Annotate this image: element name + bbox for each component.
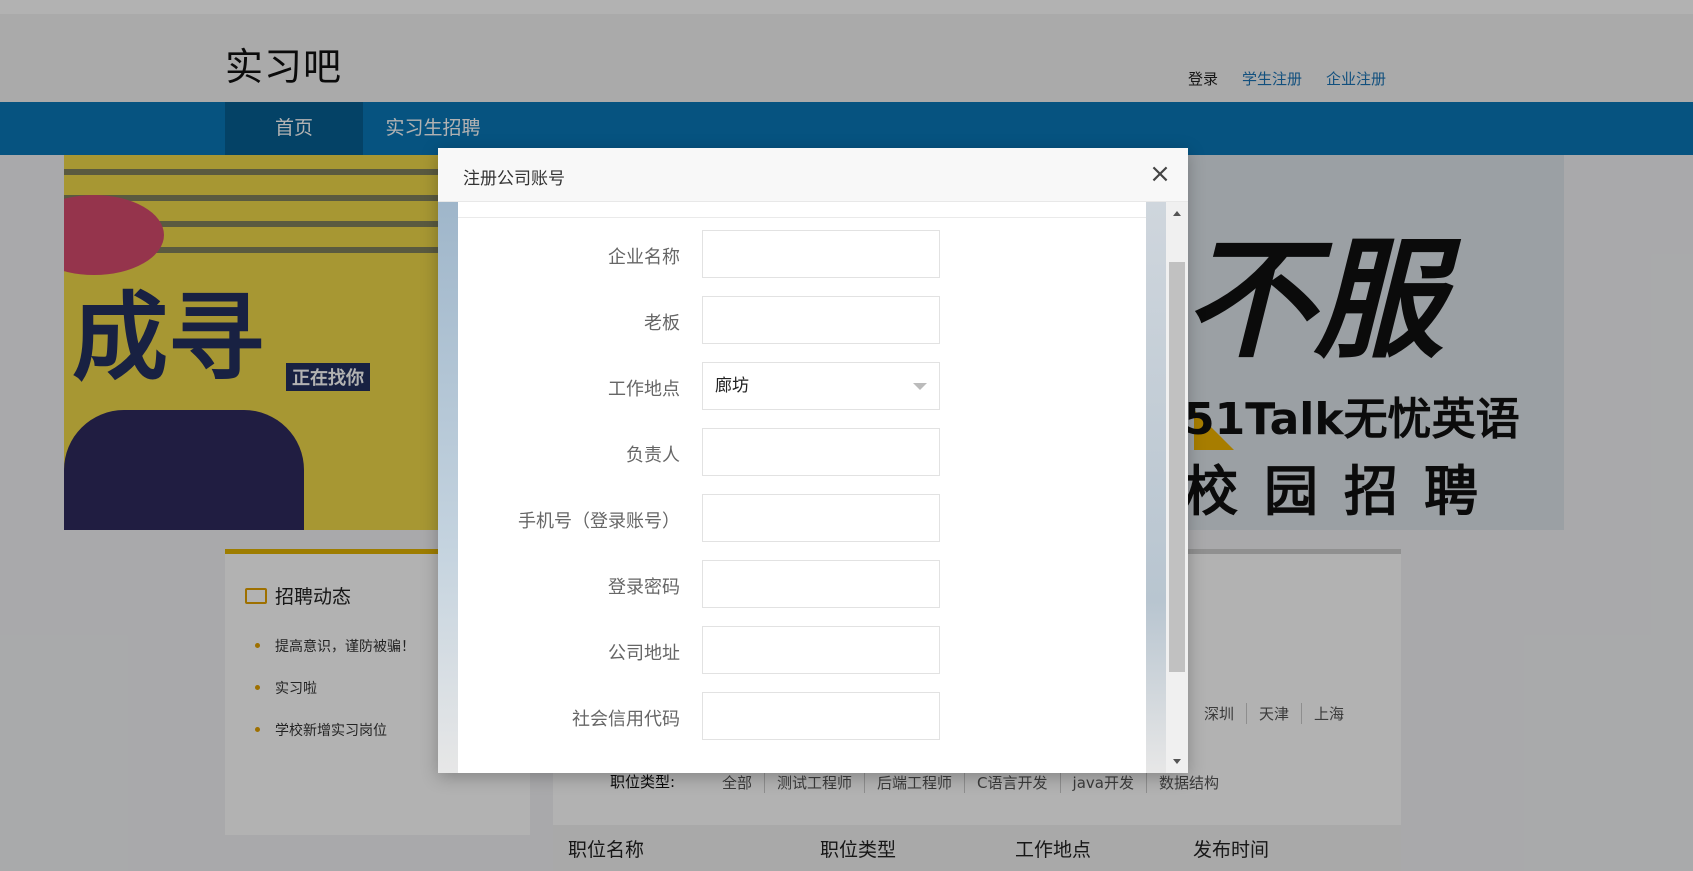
company-address-input[interactable] [702, 626, 940, 674]
scroll-up-arrow-icon[interactable] [1166, 204, 1188, 222]
boss-input[interactable] [702, 296, 940, 344]
dialog-body: 企业名称 老板 工作地点 廊坊 负责人 手机号（登录账号） 登录密码 公司地址 … [438, 202, 1188, 773]
register-company-dialog: 注册公司账号 × 企业名称 老板 工作地点 廊坊 负责人 手机号（登录账号） 登… [438, 148, 1188, 773]
scroll-thumb[interactable] [1169, 262, 1185, 672]
work-location-label: 工作地点 [608, 379, 680, 400]
credit-code-label: 社会信用代码 [572, 709, 680, 730]
form-row-credit-code: 社会信用代码 [458, 692, 1146, 740]
company-name-label: 企业名称 [608, 247, 680, 268]
phone-label: 手机号（登录账号） [518, 511, 680, 532]
form-row-phone: 手机号（登录账号） [458, 494, 1146, 542]
credit-code-input[interactable] [702, 692, 940, 740]
password-input[interactable] [702, 560, 940, 608]
work-location-value: 廊坊 [715, 376, 749, 396]
scroll-down-arrow-icon[interactable] [1166, 753, 1188, 771]
company-name-input[interactable] [702, 230, 940, 278]
form-row-contact: 负责人 [458, 428, 1146, 476]
form-row-password: 登录密码 [458, 560, 1146, 608]
dialog-header: 注册公司账号 × [438, 148, 1188, 202]
boss-label: 老板 [644, 313, 680, 334]
contact-person-input[interactable] [702, 428, 940, 476]
form-row-company-name: 企业名称 [458, 230, 1146, 278]
chevron-down-icon [913, 383, 927, 390]
form-row-work-location: 工作地点 廊坊 [458, 362, 1146, 410]
close-icon[interactable]: × [1146, 160, 1174, 188]
work-location-select[interactable]: 廊坊 [702, 362, 940, 410]
company-address-label: 公司地址 [608, 643, 680, 664]
form-row-address: 公司地址 [458, 626, 1146, 674]
form-row-boss: 老板 [458, 296, 1146, 344]
phone-input[interactable] [702, 494, 940, 542]
register-form: 企业名称 老板 工作地点 廊坊 负责人 手机号（登录账号） 登录密码 公司地址 … [458, 202, 1146, 773]
contact-person-label: 负责人 [626, 445, 680, 466]
dialog-scrollbar[interactable] [1166, 202, 1188, 773]
password-label: 登录密码 [608, 577, 680, 598]
dialog-title: 注册公司账号 [463, 169, 565, 189]
